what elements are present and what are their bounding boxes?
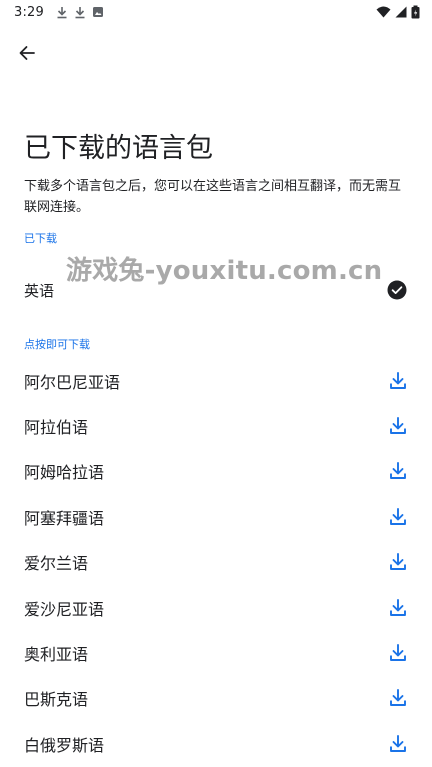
language-name: 阿拉伯语 [24,418,89,438]
download-icon[interactable] [388,552,408,572]
download-icon[interactable] [388,461,408,481]
download-icon [75,6,85,18]
download-icon [57,6,67,18]
wifi-icon [376,6,391,18]
arrow-back-icon [19,46,35,60]
watermark: 游戏兔-youxitu.com.cn [66,256,383,286]
page-description: 下载多个语言包之后，您可以在这些语言之间相互翻译，而无需互联网连接。 [24,179,402,215]
available-language-list: 阿尔巴尼亚语 阿拉伯语 阿姆哈拉语 阿塞拜疆语 爱尔兰语 爱沙尼亚语 奥利亚语 … [0,358,432,767]
downloaded-section-label: 已下载 [24,232,57,245]
system-icons [376,5,420,19]
download-icon[interactable] [388,507,408,527]
language-name: 奥利亚语 [24,645,89,665]
language-name: 巴斯克语 [24,690,89,710]
battery-icon [411,5,420,19]
list-item[interactable]: 阿拉伯语 [0,403,432,448]
list-item[interactable]: 白俄罗斯语 [0,721,432,766]
list-item[interactable]: 巴斯克语 [0,676,432,721]
download-icon[interactable] [388,371,408,391]
language-name: 阿尔巴尼亚语 [24,372,121,392]
list-item[interactable]: 阿姆哈拉语 [0,449,432,494]
list-item[interactable]: 阿塞拜疆语 [0,494,432,539]
download-icon[interactable] [388,416,408,436]
list-item[interactable]: 奥利亚语 [0,630,432,675]
notification-icons [56,6,104,19]
check-circle-icon [387,280,407,300]
language-name: 白俄罗斯语 [24,735,105,755]
list-item[interactable]: 爱沙尼亚语 [0,585,432,630]
download-icon[interactable] [388,734,408,754]
language-name: 爱沙尼亚语 [24,599,105,619]
download-icon[interactable] [388,643,408,663]
download-icon[interactable] [388,598,408,618]
back-button[interactable] [12,38,42,68]
image-icon [93,7,103,17]
available-section-label: 点按即可下载 [24,338,90,351]
list-item[interactable]: 爱尔兰语 [0,540,432,585]
list-item[interactable]: 阿尔巴尼亚语 [0,358,432,403]
status-bar: 3:29 [0,0,432,24]
language-name: 爱尔兰语 [24,554,89,574]
language-label: 英语 [24,281,55,300]
download-icon[interactable] [388,688,408,708]
language-name: 阿姆哈拉语 [24,463,105,483]
page-title: 已下载的语言包 [24,133,213,164]
signal-icon [395,6,407,18]
status-time: 3:29 [14,4,44,20]
language-name: 阿塞拜疆语 [24,508,105,528]
